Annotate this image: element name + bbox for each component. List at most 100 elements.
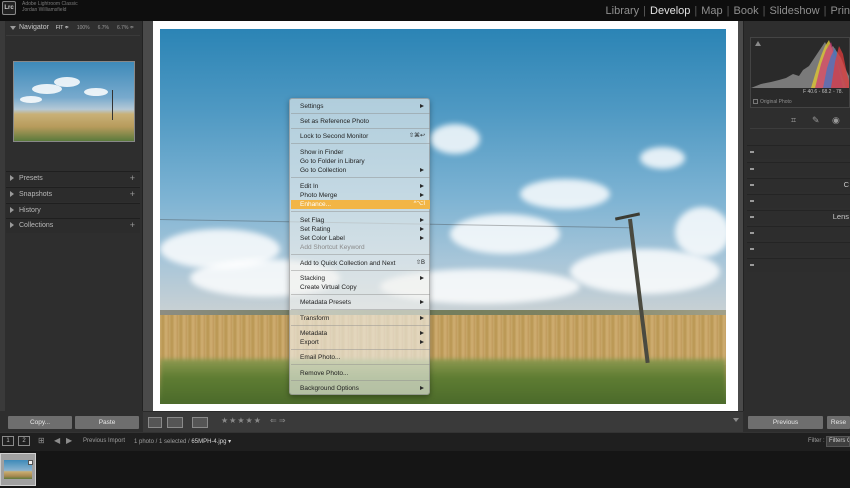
menu-item-create-virtual-copy[interactable]: Create Virtual Copy bbox=[291, 283, 430, 292]
menu-item-metadata[interactable]: Metadata bbox=[291, 329, 430, 338]
menu-label: Enhance... bbox=[300, 201, 332, 208]
menu-item-enhance[interactable]: Enhance... ^⌥I bbox=[291, 200, 430, 209]
module-slideshow[interactable]: Slideshow bbox=[769, 5, 819, 17]
identity-plate: Adobe Lightroom Classic Jordan Williamsf… bbox=[22, 1, 78, 13]
right-panel-row[interactable] bbox=[747, 162, 850, 176]
paste-button[interactable]: Paste bbox=[75, 416, 139, 429]
loupe-view-icon[interactable] bbox=[148, 417, 162, 428]
filter-select[interactable]: Filters Off bbox=[826, 436, 850, 447]
before-after-icon[interactable] bbox=[167, 417, 183, 428]
back-arrow-icon[interactable]: ◀ bbox=[54, 436, 60, 445]
right-panel-label: Lens bbox=[832, 212, 849, 221]
reset-button[interactable]: Rese bbox=[827, 416, 850, 429]
add-snapshot-icon[interactable]: + bbox=[130, 189, 135, 199]
add-preset-icon[interactable]: + bbox=[130, 173, 135, 183]
right-panel-row[interactable] bbox=[747, 242, 850, 256]
module-print[interactable]: Prin bbox=[830, 5, 850, 17]
module-book[interactable]: Book bbox=[734, 5, 759, 17]
zoom-100[interactable]: 100% bbox=[77, 25, 90, 31]
right-panel-row[interactable] bbox=[747, 145, 850, 159]
filmstrip-bar: 1 2 ⊞ ◀ ▶ Previous Import 1 photo / 1 se… bbox=[0, 432, 850, 451]
menu-item-transform[interactable]: Transform bbox=[291, 314, 430, 323]
menu-item-set-rating[interactable]: Set Rating bbox=[291, 225, 430, 234]
zoom-level[interactable]: 6.7% bbox=[98, 25, 109, 31]
menu-item-edit-in[interactable]: Edit In bbox=[291, 182, 430, 191]
crop-tool-icon[interactable]: ⌗ bbox=[791, 115, 796, 126]
menu-item-show-in-finder[interactable]: Show in Finder bbox=[291, 148, 430, 157]
thumb-pole bbox=[112, 90, 113, 120]
menu-label: Go to Collection bbox=[300, 167, 347, 174]
before-after-split-icon[interactable] bbox=[192, 417, 208, 428]
grid-view-icon[interactable]: ⊞ bbox=[38, 436, 45, 445]
toolbar-menu-caret-icon[interactable] bbox=[733, 418, 739, 422]
rating-stars[interactable]: ★★★★★ bbox=[221, 416, 262, 425]
filmstrip-thumbnail[interactable] bbox=[0, 453, 36, 486]
navigator-preview[interactable] bbox=[13, 61, 135, 142]
menu-item-go-to-folder[interactable]: Go to Folder in Library bbox=[291, 157, 430, 166]
forward-arrow-icon[interactable]: ▶ bbox=[66, 436, 72, 445]
module-develop[interactable]: Develop bbox=[650, 5, 690, 17]
panel-dash-icon bbox=[750, 200, 754, 202]
collections-label: Collections bbox=[19, 222, 54, 229]
menu-item-metadata-presets[interactable]: Metadata Presets bbox=[291, 298, 430, 307]
navigator-title: Navigator bbox=[19, 24, 49, 31]
right-panel-row[interactable] bbox=[747, 258, 850, 272]
history-panel-header[interactable]: History bbox=[6, 203, 140, 218]
add-collection-icon[interactable]: + bbox=[130, 220, 135, 230]
module-library[interactable]: Library bbox=[606, 5, 640, 17]
menu-item-email-photo[interactable]: Email Photo... bbox=[291, 353, 430, 362]
menu-item-go-to-collection[interactable]: Go to Collection bbox=[291, 166, 430, 175]
snapshots-panel-header[interactable]: Snapshots + bbox=[6, 187, 140, 202]
checkbox[interactable] bbox=[753, 99, 758, 105]
menu-item-set-reference-photo[interactable]: Set as Reference Photo bbox=[291, 117, 430, 126]
photo-count[interactable]: 1 photo / 1 selected / 65MPH-4.jpg ▾ bbox=[134, 438, 231, 445]
right-panel-row[interactable]: Lens bbox=[747, 210, 850, 224]
navigator-header[interactable]: Navigator FIT ≑ 100% 6.7% 6.7% ≑ bbox=[6, 22, 140, 36]
grass-foreground bbox=[160, 359, 726, 404]
menu-label: Set Color Label bbox=[300, 235, 345, 242]
main-photo[interactable] bbox=[160, 29, 726, 404]
submenu-arrow-icon bbox=[420, 236, 424, 240]
right-panel-row[interactable] bbox=[747, 226, 850, 240]
menu-item-export[interactable]: Export bbox=[291, 338, 430, 347]
right-panel-row[interactable]: C bbox=[747, 178, 850, 192]
nav-arrows-icon[interactable]: ⇐ ⇒ bbox=[270, 416, 286, 425]
panel-dash-icon bbox=[750, 264, 754, 266]
menu-item-lock-second-monitor[interactable]: Lock to Second Monitor ⇧⌘↩ bbox=[291, 132, 430, 141]
menu-item-set-flag[interactable]: Set Flag bbox=[291, 216, 430, 225]
histogram[interactable]: F 40.6 ◦ 68.2 ◦ 78. Original Photo bbox=[750, 37, 850, 108]
menu-label: Background Options bbox=[300, 385, 359, 392]
main-screen-button[interactable]: 1 bbox=[2, 436, 14, 446]
original-photo-toggle[interactable]: Original Photo bbox=[753, 99, 792, 105]
right-panel-row[interactable] bbox=[747, 194, 850, 208]
second-screen-button[interactable]: 2 bbox=[18, 436, 30, 446]
menu-item-add-quick-collection[interactable]: Add to Quick Collection and Next ⇧B bbox=[291, 259, 430, 268]
menu-label: Edit In bbox=[300, 183, 319, 190]
menu-item-stacking[interactable]: Stacking bbox=[291, 274, 430, 283]
expand-triangle-icon bbox=[10, 222, 14, 228]
zoom-custom[interactable]: 6.7% ≑ bbox=[117, 25, 134, 31]
filename: 65MPH-4.jpg ▾ bbox=[191, 439, 232, 445]
copy-button[interactable]: Copy... bbox=[8, 416, 72, 429]
module-separator: | bbox=[694, 5, 698, 17]
presets-panel-header[interactable]: Presets + bbox=[6, 171, 140, 186]
healing-brush-icon[interactable]: ✎ bbox=[812, 115, 820, 126]
menu-separator bbox=[291, 113, 430, 114]
submenu-arrow-icon bbox=[420, 276, 424, 280]
menu-item-set-color-label[interactable]: Set Color Label bbox=[291, 234, 430, 243]
left-panel-edge[interactable] bbox=[0, 21, 5, 432]
zoom-fit[interactable]: FIT ≑ bbox=[56, 25, 69, 31]
menu-item-photo-merge[interactable]: Photo Merge bbox=[291, 191, 430, 200]
previous-button[interactable]: Previous bbox=[748, 416, 823, 429]
collections-panel-header[interactable]: Collections + bbox=[6, 218, 140, 233]
source-label[interactable]: Previous Import bbox=[83, 438, 125, 444]
histogram-graph bbox=[751, 40, 849, 88]
menu-item-settings[interactable]: Settings bbox=[291, 102, 430, 111]
module-separator: | bbox=[823, 5, 827, 17]
collapse-triangle-icon bbox=[10, 26, 16, 30]
menu-separator bbox=[291, 143, 430, 144]
red-eye-icon[interactable]: ◉ bbox=[832, 115, 840, 126]
menu-item-remove-photo[interactable]: Remove Photo... bbox=[291, 369, 430, 378]
menu-item-background-options[interactable]: Background Options bbox=[291, 384, 430, 393]
module-map[interactable]: Map bbox=[701, 5, 722, 17]
